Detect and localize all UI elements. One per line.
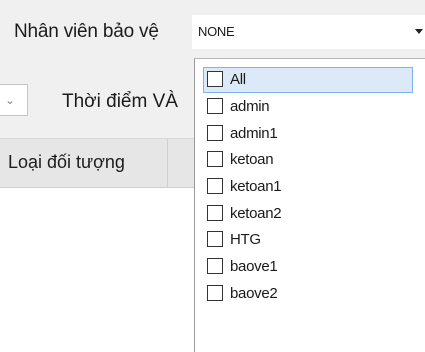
- option-label: All: [230, 71, 246, 88]
- guard-select[interactable]: NONE: [192, 15, 425, 49]
- caret-down-icon[interactable]: [415, 29, 423, 34]
- filter-toolbar: Nhân viên bảo vệ NONE: [0, 0, 425, 58]
- option-label: ketoan: [230, 151, 274, 168]
- dropdown-option-ketoan1[interactable]: ketoan1: [203, 174, 413, 200]
- option-label: ketoan2: [230, 205, 282, 222]
- guard-filter-label: Nhân viên bảo vệ: [14, 21, 159, 42]
- option-checkbox[interactable]: [207, 71, 223, 87]
- option-label: ketoan1: [230, 178, 282, 195]
- option-checkbox[interactable]: [207, 285, 223, 301]
- chevron-down-icon: ⌄: [5, 93, 16, 107]
- dropdown-option-all[interactable]: All: [203, 67, 413, 93]
- option-checkbox[interactable]: [207, 205, 223, 221]
- option-checkbox[interactable]: [207, 231, 223, 247]
- dropdown-option-htg[interactable]: HTG: [203, 227, 413, 253]
- time-label: Thời điểm VÀ: [62, 91, 178, 112]
- option-checkbox[interactable]: [207, 98, 223, 114]
- column-header-object-type[interactable]: Loại đối tượng: [0, 139, 168, 187]
- partial-combo[interactable]: ⌄: [0, 84, 28, 116]
- option-label: HTG: [230, 231, 261, 248]
- guard-select-value: NONE: [198, 24, 235, 39]
- column-header-label: Loại đối tượng: [8, 152, 125, 172]
- dropdown-option-admin1[interactable]: admin1: [203, 121, 413, 147]
- dropdown-option-baove1[interactable]: baove1: [203, 254, 413, 280]
- option-checkbox[interactable]: [207, 125, 223, 141]
- option-checkbox[interactable]: [207, 178, 223, 194]
- option-checkbox[interactable]: [207, 151, 223, 167]
- option-label: baove1: [230, 258, 278, 275]
- dropdown-option-ketoan[interactable]: ketoan: [203, 147, 413, 173]
- dropdown-option-baove2[interactable]: baove2: [203, 281, 413, 307]
- guard-dropdown-list: All admin admin1 ketoan ketoan1 ketoan2 …: [194, 58, 425, 352]
- dropdown-option-admin[interactable]: admin: [203, 94, 413, 120]
- option-label: baove2: [230, 285, 278, 302]
- option-checkbox[interactable]: [207, 258, 223, 274]
- option-label: admin1: [230, 125, 278, 142]
- option-label: admin: [230, 98, 270, 115]
- dropdown-option-ketoan2[interactable]: ketoan2: [203, 201, 413, 227]
